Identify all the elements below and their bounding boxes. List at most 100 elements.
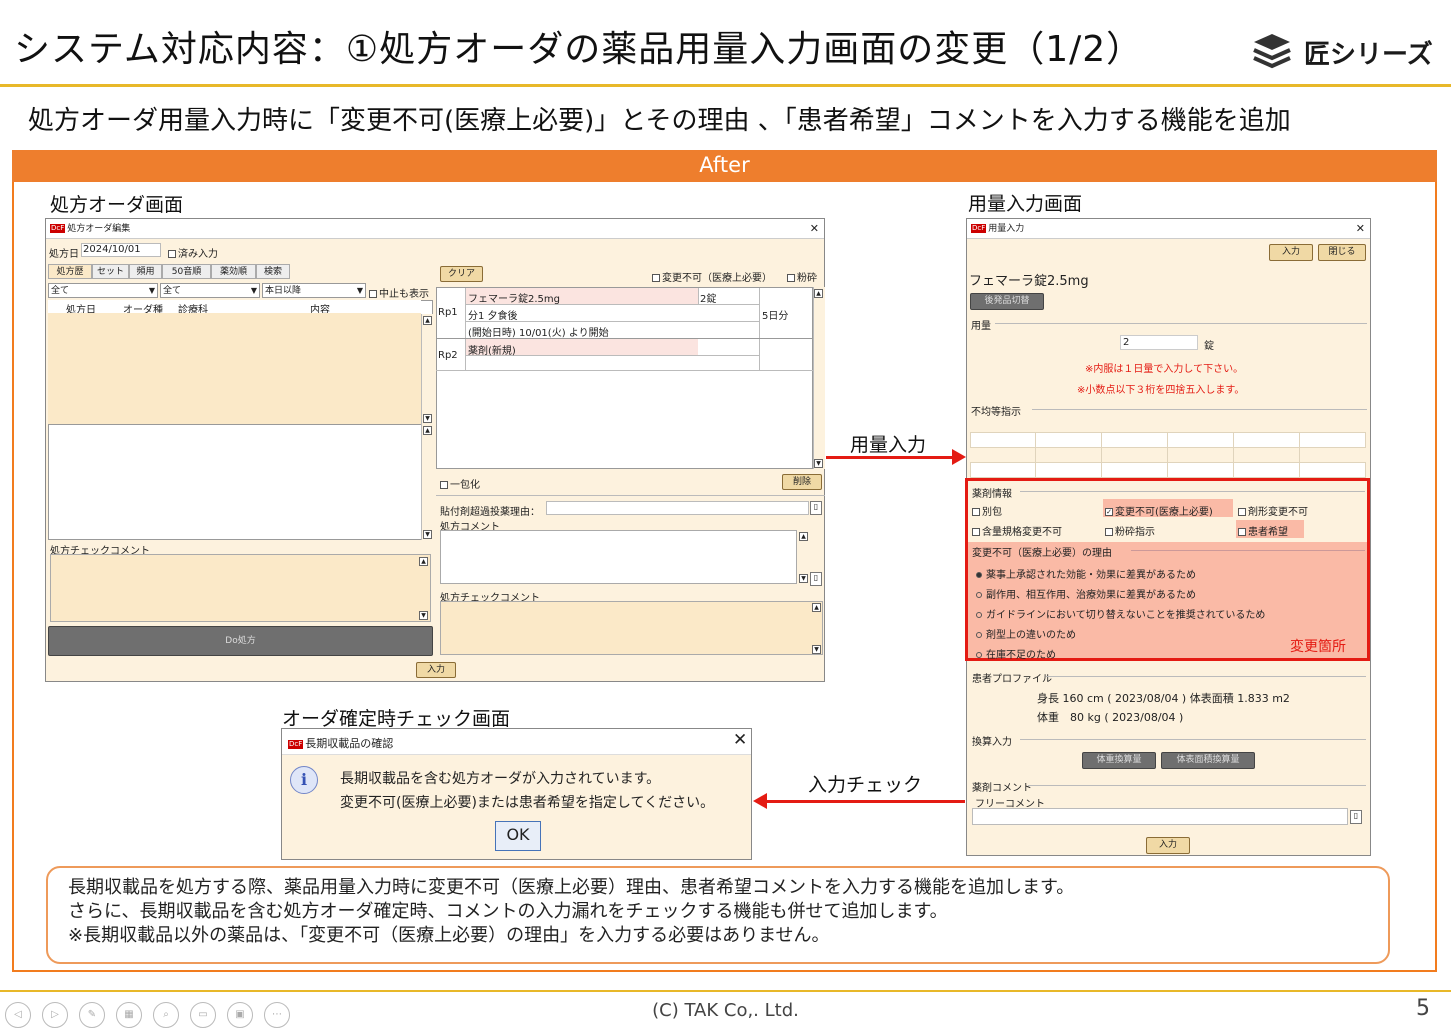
uneven-row-2[interactable] <box>970 462 1366 478</box>
one-pack-check[interactable]: 一包化 <box>440 476 480 491</box>
dose-label: 用量 <box>971 321 991 332</box>
do-prescription-button[interactable]: Do処方 <box>48 626 433 656</box>
scroll-up-icon[interactable]: ▲ <box>423 426 432 435</box>
cell-sep <box>1167 432 1168 478</box>
close-icon[interactable]: ✕ <box>1356 219 1365 239</box>
app-icon: DcF <box>971 224 987 233</box>
tab-search[interactable]: 検索 <box>256 264 290 279</box>
date-field[interactable]: 2024/10/01 <box>81 243 161 257</box>
rp1-qty[interactable]: 2錠 <box>700 290 716 305</box>
order-window-titlebar: DcF 処方オーダ編集 ✕ <box>46 219 824 239</box>
scroll-up-icon[interactable]: ▲ <box>812 603 821 612</box>
title-rule <box>0 84 1451 87</box>
ok-button[interactable]: OK <box>495 821 541 851</box>
scroll-down-icon[interactable]: ▼ <box>812 645 821 654</box>
no-change-check[interactable]: 変更不可（医療上必要） <box>652 269 772 284</box>
dose-arrow-line <box>826 456 954 459</box>
note-line-1: 長期収載品を処方する際、薬品用量入力時に変更不可（医療上必要）理由、患者希望コメ… <box>68 877 1075 898</box>
drug-name: フェマーラ錠2.5mg <box>969 274 1089 289</box>
form-change-check[interactable]: 剤形変更不可 <box>1238 503 1308 518</box>
reason-option-3[interactable]: ガイドラインにおいて切り替えないことを推奨されているため <box>976 606 1265 621</box>
filter-select-1[interactable]: 全て ▼ <box>48 283 158 298</box>
no-change-check[interactable]: ✓ 変更不可(医療上必要) <box>1105 503 1213 518</box>
scroll-down-icon[interactable]: ▼ <box>423 414 432 423</box>
history-header <box>48 300 421 314</box>
tab-efficacy[interactable]: 薬効順 <box>211 264 256 279</box>
scroll-up-icon[interactable]: ▲ <box>423 316 432 325</box>
free-comment-input[interactable] <box>972 808 1348 825</box>
dose-screen-label: 用量入力画面 <box>968 193 1083 215</box>
dose-close-button[interactable]: 閉じる <box>1318 244 1366 261</box>
clear-button[interactable]: クリア <box>440 266 483 282</box>
group-rule <box>1046 676 1366 677</box>
document-icon[interactable]: ▯ <box>1350 810 1362 824</box>
footer-rule <box>0 990 1451 992</box>
scroll-down-icon[interactable]: ▼ <box>423 530 432 539</box>
rp1-drug[interactable]: フェマーラ錠2.5mg <box>468 290 560 305</box>
rp1-days[interactable]: 5日分 <box>762 307 788 322</box>
strength-change-check[interactable]: 含量規格変更不可 <box>972 523 1062 538</box>
rp-col-line <box>465 288 466 370</box>
group-rule <box>1032 409 1367 410</box>
rp-scrollbar[interactable] <box>813 287 825 469</box>
reason-option-4[interactable]: 剤型上の違いのため <box>976 626 1076 641</box>
tab-history[interactable]: 処方歴 <box>48 264 92 279</box>
filter-select-3[interactable]: 本日以降 ▼ <box>262 283 366 298</box>
reason-option-5[interactable]: 在庫不足のため <box>976 646 1056 661</box>
check-screen-label: オーダ確定時チェック画面 <box>282 708 511 730</box>
generic-switch-button[interactable]: 後発品切替 <box>970 293 1044 310</box>
scroll-down-icon[interactable]: ▼ <box>799 574 808 583</box>
tab-kana[interactable]: 50音順 <box>162 264 211 279</box>
done-input-check[interactable]: 済み入力 <box>168 245 218 260</box>
brand-logo: 匠シリーズ <box>1250 30 1440 74</box>
group-rule <box>1028 785 1366 786</box>
powder-check[interactable]: 粉砕 <box>787 269 817 284</box>
rp1-label: Rp1 <box>438 307 458 318</box>
dose-input[interactable]: 2 <box>1120 335 1198 350</box>
document-icon[interactable]: ▯ <box>810 572 822 586</box>
order-screen-label: 処方オーダ画面 <box>50 194 184 216</box>
bsa-conv-button[interactable]: 体表面積換算量 <box>1161 752 1255 769</box>
scroll-up-icon[interactable]: ▲ <box>419 557 428 566</box>
brand-name: 匠シリーズ <box>1304 40 1433 70</box>
rp2-drug[interactable]: 薬剤(新規) <box>468 342 516 357</box>
reason-option-2[interactable]: 副作用、相互作用、治療効果に差異があるため <box>976 586 1196 601</box>
rp1-usage[interactable]: 分1 夕食後 <box>468 307 518 322</box>
scroll-up-icon[interactable]: ▲ <box>799 532 808 541</box>
reason-option-1[interactable]: 薬事上承認された効能・効果に差異があるため <box>976 566 1196 581</box>
divider <box>436 495 825 496</box>
check-comment-box[interactable] <box>50 554 431 622</box>
group-rule <box>1131 550 1365 551</box>
note-line-3: ※長期収載品以外の薬品は、「変更不可（医療上必要）の理由」を入力する必要はありま… <box>68 925 830 946</box>
tab-frequent[interactable]: 頻用 <box>129 264 162 279</box>
order-enter-button[interactable]: 入力 <box>416 662 456 678</box>
patch-reason-input[interactable] <box>546 501 809 515</box>
scroll-down-icon[interactable]: ▼ <box>419 611 428 620</box>
patient-wish-check[interactable]: 患者希望 <box>1238 523 1288 538</box>
delete-button[interactable]: 削除 <box>782 474 822 490</box>
dose-bottom-enter[interactable]: 入力 <box>1146 837 1190 854</box>
rp-col-line <box>759 288 760 370</box>
weight-conv-button[interactable]: 体重換算量 <box>1082 752 1156 769</box>
copyright: (C) TAK Co,. Ltd. <box>652 1000 799 1021</box>
document-icon[interactable]: ▯ <box>810 501 822 515</box>
scroll-down-icon[interactable]: ▼ <box>814 459 823 468</box>
chevron-down-icon: ▼ <box>356 286 363 295</box>
rp1-start[interactable]: (開始日時) 10/01(火) より開始 <box>468 324 609 339</box>
scroll-up-icon[interactable]: ▲ <box>814 289 823 298</box>
rx-comment-box[interactable] <box>440 530 797 584</box>
group-rule <box>995 323 1367 324</box>
close-icon[interactable]: ✕ <box>733 730 747 750</box>
history-selected-area <box>48 313 421 424</box>
filter-select-2[interactable]: 全て ▼ <box>160 283 260 298</box>
close-icon[interactable]: ✕ <box>810 219 819 239</box>
tab-set[interactable]: セット <box>92 264 129 279</box>
rx-check-comment-box[interactable] <box>440 601 823 655</box>
dose-enter-button[interactable]: 入力 <box>1269 244 1313 261</box>
dose-window-titlebar: DcF 用量入力 ✕ <box>967 219 1370 239</box>
show-stopped-check[interactable]: 中止も表示 <box>369 285 429 300</box>
powder-instruction-check[interactable]: 粉砕指示 <box>1105 523 1155 538</box>
separate-pack-check[interactable]: 別包 <box>972 503 1002 518</box>
uneven-row-1[interactable] <box>970 432 1366 448</box>
arrow-right-icon <box>952 449 966 465</box>
